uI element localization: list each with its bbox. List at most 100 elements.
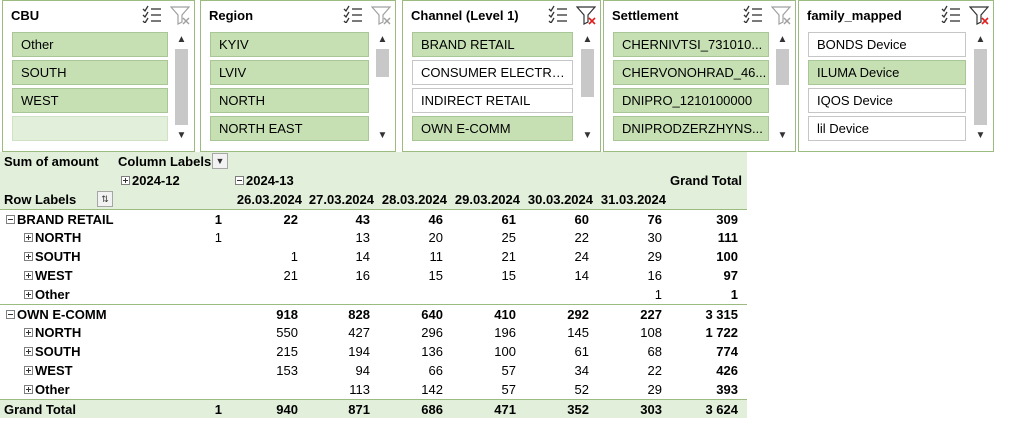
multi-select-icon[interactable] [743,5,763,25]
expand-icon[interactable] [24,271,33,281]
scroll-down-icon[interactable]: ▼ [580,129,595,143]
slicer-item[interactable]: SOUTH [12,60,168,85]
value-cell[interactable] [374,285,443,304]
slicer-item[interactable]: LVIV [210,60,369,85]
row-label[interactable]: OWN E-COMM [6,305,107,324]
row-label[interactable]: SOUTH [24,247,81,266]
grand-total-label[interactable]: Grand Total [4,400,76,419]
value-cell[interactable]: 940 [226,400,298,419]
slicer-scrollbar[interactable]: ▲ ▼ [775,33,790,143]
multi-select-icon[interactable] [941,5,961,25]
value-cell[interactable]: 145 [520,323,589,342]
value-cell[interactable]: 108 [593,323,662,342]
slicer-scrollbar[interactable]: ▲ ▼ [973,33,988,143]
value-cell[interactable]: 1 [226,247,298,266]
value-cell[interactable]: 352 [520,400,589,419]
value-cell[interactable]: 46 [374,210,443,229]
slicer-item[interactable]: KYIV [210,32,369,57]
slicer-item[interactable]: INDIRECT RETAIL [412,88,573,113]
value-cell[interactable]: 11 [374,247,444,266]
expand-icon[interactable] [121,176,130,186]
scroll-thumb[interactable] [776,49,789,85]
value-cell[interactable] [302,285,370,304]
slicer-item[interactable]: IQOS Device [808,88,966,113]
slicer-item[interactable]: OWN E-COMM [412,116,573,141]
scroll-track[interactable] [175,49,188,125]
value-cell[interactable]: 15 [374,266,443,285]
value-cell[interactable]: 194 [302,342,370,361]
slicer-item[interactable]: NORTH [210,88,369,113]
value-cell[interactable] [447,285,516,304]
clear-filter-icon[interactable] [576,5,596,25]
value-cell[interactable]: 292 [520,305,589,324]
value-cell[interactable] [226,228,298,247]
row-label[interactable]: Other [24,285,70,304]
value-cell[interactable]: 22 [593,361,662,380]
expand-icon[interactable] [24,385,33,395]
multi-select-icon[interactable] [548,5,568,25]
slicer-scrollbar[interactable]: ▲ ▼ [580,33,595,143]
value-cell[interactable]: 471 [447,400,516,419]
grand-total-cell[interactable]: 111 [666,228,738,247]
value-cell[interactable]: 16 [302,266,370,285]
slicer-item[interactable] [12,116,168,141]
value-cell[interactable]: 14 [302,247,370,266]
value-cell[interactable]: 14 [520,266,589,285]
scroll-track[interactable] [974,49,987,125]
slicer-scrollbar[interactable]: ▲ ▼ [174,33,189,143]
value-cell[interactable] [226,380,298,399]
value-cell[interactable]: 828 [302,305,370,324]
value-cell[interactable]: 24 [520,247,589,266]
value-cell[interactable]: 196 [447,323,516,342]
clear-filter-icon[interactable] [371,5,391,25]
scroll-up-icon[interactable]: ▲ [174,33,189,47]
expand-icon[interactable] [24,328,33,338]
value-cell[interactable] [120,305,222,324]
value-cell[interactable] [120,285,222,304]
grand-total-cell[interactable]: 100 [666,247,738,266]
slicer-item[interactable]: DNIPRODZERZHYNS... [613,116,769,141]
row-label[interactable]: Other [24,380,70,399]
value-cell[interactable] [120,380,222,399]
value-cell[interactable] [120,361,222,380]
slicer-item[interactable]: Other [12,32,168,57]
value-cell[interactable]: 15 [447,266,516,285]
value-cell[interactable]: 550 [226,323,298,342]
value-cell[interactable]: 34 [520,361,589,380]
expand-icon[interactable] [24,347,33,357]
value-cell[interactable]: 61 [447,210,516,229]
row-label[interactable]: NORTH [24,323,81,342]
row-label[interactable]: SOUTH [24,342,81,361]
value-cell[interactable]: 61 [520,342,589,361]
value-cell[interactable] [120,342,222,361]
value-cell[interactable]: 153 [226,361,298,380]
multi-select-icon[interactable] [142,5,162,25]
value-cell[interactable]: 94 [302,361,370,380]
row-label[interactable]: NORTH [24,228,81,247]
column-labels-dropdown-icon[interactable]: ▼ [212,153,228,169]
value-cell[interactable]: 1 [120,228,222,247]
slicer-item[interactable]: DNIPRO_1210100000 [613,88,769,113]
value-cell[interactable]: 303 [593,400,662,419]
scroll-down-icon[interactable]: ▼ [174,129,189,143]
grand-total-cell[interactable]: 1 [666,285,738,304]
value-cell[interactable] [520,285,589,304]
slicer-item[interactable]: ILUMA Device [808,60,966,85]
value-cell[interactable]: 76 [593,210,662,229]
value-cell[interactable]: 29 [593,380,662,399]
grand-total-cell[interactable]: 97 [666,266,738,285]
scroll-track[interactable] [776,49,789,125]
value-cell[interactable]: 136 [374,342,443,361]
row-labels-header[interactable]: Row Labels [4,190,76,209]
value-cell[interactable]: 686 [374,400,443,419]
year-group-2024-12[interactable]: 2024-12 [121,171,180,190]
value-cell[interactable] [226,285,298,304]
grand-total-cell[interactable]: 3 624 [666,400,738,419]
expand-icon[interactable] [24,233,33,243]
value-cell[interactable]: 1 [593,285,662,304]
grand-total-cell[interactable]: 426 [666,361,738,380]
value-cell[interactable]: 43 [302,210,370,229]
slicer-item[interactable]: CONSUMER ELECTRO... [412,60,573,85]
slicer-item[interactable]: BONDS Device [808,32,966,57]
expand-icon[interactable] [24,290,33,300]
